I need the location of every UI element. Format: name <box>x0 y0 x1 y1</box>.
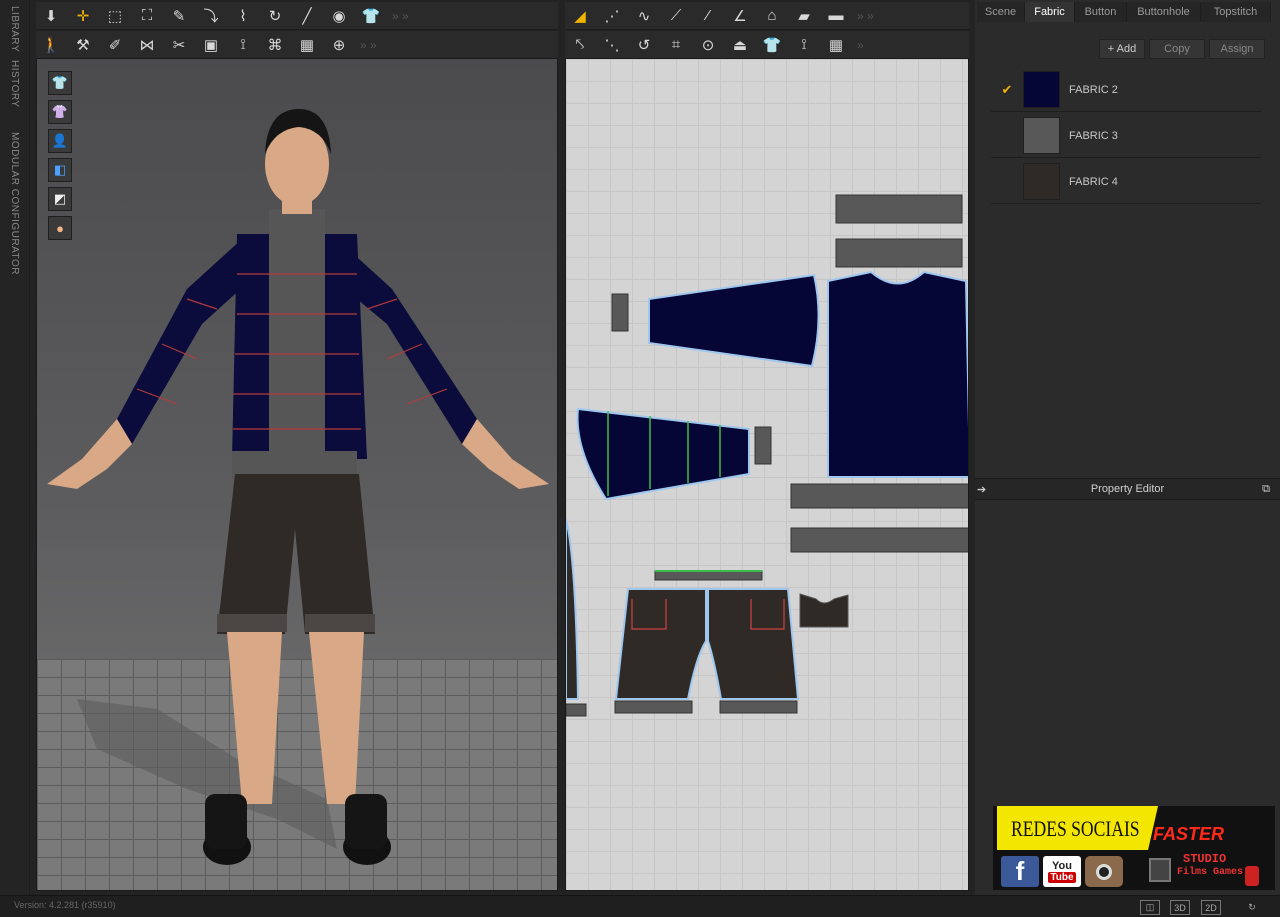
sew-icon[interactable]: ⟟ <box>228 33 258 57</box>
topstitch-icon[interactable]: ▦ <box>821 33 851 57</box>
fabric-list-item[interactable]: FABRIC 4 <box>991 160 1261 204</box>
add-fabric-button[interactable]: + Add <box>1099 39 1145 59</box>
fabric-list-item[interactable]: ✔ FABRIC 2 <box>991 68 1261 112</box>
curve-icon[interactable]: ∿ <box>629 4 659 28</box>
tack-icon[interactable]: ↻ <box>260 4 290 28</box>
pattern-pieces <box>566 194 968 717</box>
fabric-list-item[interactable]: FABRIC 3 <box>991 114 1261 158</box>
shirt-icon[interactable]: 👕 <box>356 4 386 28</box>
social-banner: REDES SOCIAIS f You Tube FASTER STUDIO F… <box>993 806 1275 890</box>
fold-icon[interactable]: ⤵ <box>196 4 226 28</box>
facebook-icon[interactable]: f <box>1001 856 1039 887</box>
popout-icon[interactable]: ⧉ <box>1262 483 1270 496</box>
banner-title: REDES SOCIAIS <box>1011 816 1140 841</box>
fabric-name: FABRIC 3 <box>1069 129 1118 142</box>
move-icon[interactable]: ✛ <box>68 4 98 28</box>
edit-2d-icon[interactable]: ⋱ <box>597 33 627 57</box>
assign-fabric-button[interactable]: Assign <box>1209 39 1265 59</box>
segment-icon[interactable]: ⋰ <box>597 4 627 28</box>
fabric-name: FABRIC 4 <box>1069 175 1118 188</box>
cut-2d-icon[interactable]: ⌗ <box>661 33 691 57</box>
view-2d-button[interactable]: 2D <box>1201 900 1221 915</box>
avatar-walk-icon[interactable]: 🚶 <box>36 33 66 57</box>
folder-icon[interactable]: ▰ <box>789 4 819 28</box>
fabric-name: FABRIC 2 <box>1069 83 1118 96</box>
tape-icon[interactable]: ✐ <box>100 33 130 57</box>
copy-fabric-button[interactable]: Copy <box>1149 39 1205 59</box>
tab-button[interactable]: Button <box>1075 2 1127 22</box>
left-sidebar: LIBRARY HISTORY MODULAR CONFIGURATOR <box>0 0 30 895</box>
arrow-down-icon[interactable]: ⬇ <box>36 4 66 28</box>
iron-icon[interactable]: ⏏ <box>725 33 755 57</box>
youtube-icon[interactable]: You Tube <box>1043 856 1081 887</box>
sidebar-tab-modular-configurator[interactable]: MODULAR CONFIGURATOR <box>9 132 20 275</box>
edit-icon[interactable]: ✎ <box>164 4 194 28</box>
3d-viewport[interactable]: 👕 👚 👤 ◧ ◩ ● <box>36 58 558 891</box>
split-view-icon[interactable]: ◫ <box>1140 900 1160 915</box>
check-icon: ✔ <box>1001 81 1013 97</box>
needle-icon[interactable]: ╱ <box>292 4 322 28</box>
measure-icon[interactable]: ◉ <box>324 4 354 28</box>
toolbar-2d-row2: ⤣ ⋱ ↺ ⌗ ⊙ ⏏ 👕 ⟟ ▦ » <box>565 31 969 59</box>
pattern-icon[interactable]: ⌘ <box>260 33 290 57</box>
point-icon[interactable]: ⟋ <box>661 4 691 28</box>
toolbar-overflow-icon[interactable]: » » <box>392 9 409 23</box>
refresh-icon[interactable]: ↻ <box>1242 900 1262 915</box>
instagram-icon[interactable] <box>1085 856 1123 887</box>
line-icon[interactable]: ⁄ <box>693 4 723 28</box>
stitch-icon[interactable]: ⋈ <box>132 33 162 57</box>
fabric-swatch <box>1023 71 1060 108</box>
box-select-icon[interactable]: ⬚ <box>100 4 130 28</box>
avatar-model <box>47 109 549 865</box>
sidebar-tab-library[interactable]: LIBRARY <box>9 6 20 52</box>
tab-buttonhole[interactable]: Buttonhole <box>1127 2 1201 22</box>
arrow-right-icon[interactable]: ➔ <box>977 483 986 496</box>
film-icon <box>1149 858 1171 882</box>
status-bar: Version: 4.2.281 (r35910) ◫ 3D 2D ↻ <box>0 895 1280 917</box>
transform-2d-icon[interactable]: ⤣ <box>565 33 595 57</box>
tab-fabric[interactable]: Fabric <box>1025 2 1075 22</box>
view-3d-button[interactable]: 3D <box>1170 900 1190 915</box>
transform-icon[interactable]: ⛶ <box>132 4 162 28</box>
shirt-plaid-icon[interactable]: ▦ <box>292 33 322 57</box>
shirt-2d-icon[interactable]: 👕 <box>757 33 787 57</box>
pin-icon[interactable]: ⌇ <box>228 4 258 28</box>
toolbar-overflow-icon[interactable]: » » <box>360 38 377 52</box>
brand-sub: STUDIO <box>1183 852 1227 866</box>
toolbar-3d-row1: ⬇ ✛ ⬚ ⛶ ✎ ⤵ ⌇ ↻ ╱ ◉ 👕 » » <box>36 2 558 30</box>
brand-sub2: Films Games <box>1177 867 1244 878</box>
fabric-swatch <box>1023 117 1060 154</box>
tab-scene[interactable]: Scene <box>977 2 1025 22</box>
toolbar-overflow-icon[interactable]: » » <box>857 9 874 23</box>
right-panel: Scene Fabric Button Buttonhole Topstitch… <box>975 0 1280 895</box>
house-icon[interactable]: ⌂ <box>757 4 787 28</box>
stitch-2d-icon[interactable]: ⟟ <box>789 33 819 57</box>
2d-pattern-window[interactable] <box>565 58 969 891</box>
sidebar-tab-history[interactable]: HISTORY <box>9 60 20 108</box>
wrench-icon[interactable]: ⚒ <box>68 33 98 57</box>
version-label: Version: 4.2.281 (r35910) <box>14 900 116 910</box>
brand-logo: FASTER <box>1153 824 1225 844</box>
fabric-swatch <box>1023 163 1060 200</box>
rectangle-icon[interactable]: ▬ <box>821 4 851 28</box>
button-icon[interactable]: ⊕ <box>324 33 354 57</box>
fabric-icon[interactable]: ▣ <box>196 33 226 57</box>
cut-icon[interactable]: ✂ <box>164 33 194 57</box>
property-editor-title: Property Editor <box>1090 483 1165 495</box>
lock-icon[interactable]: ⊙ <box>693 33 723 57</box>
tab-topstitch[interactable]: Topstitch <box>1201 2 1271 22</box>
rotate-2d-icon[interactable]: ↺ <box>629 33 659 57</box>
toolbar-2d-row1: ◢ ⋰ ∿ ⟋ ⁄ ∠ ⌂ ▰ ▬ » » <box>565 2 969 30</box>
joystick-icon <box>1245 866 1259 886</box>
pen-icon[interactable]: ◢ <box>565 4 595 28</box>
toolbar-3d-row2: 🚶 ⚒ ✐ ⋈ ✂ ▣ ⟟ ⌘ ▦ ⊕ » » <box>36 31 558 59</box>
angle-icon[interactable]: ∠ <box>725 4 755 28</box>
toolbar-overflow-icon[interactable]: » <box>857 38 864 52</box>
property-editor-header: ➔ Property Editor ⧉ <box>975 478 1280 500</box>
